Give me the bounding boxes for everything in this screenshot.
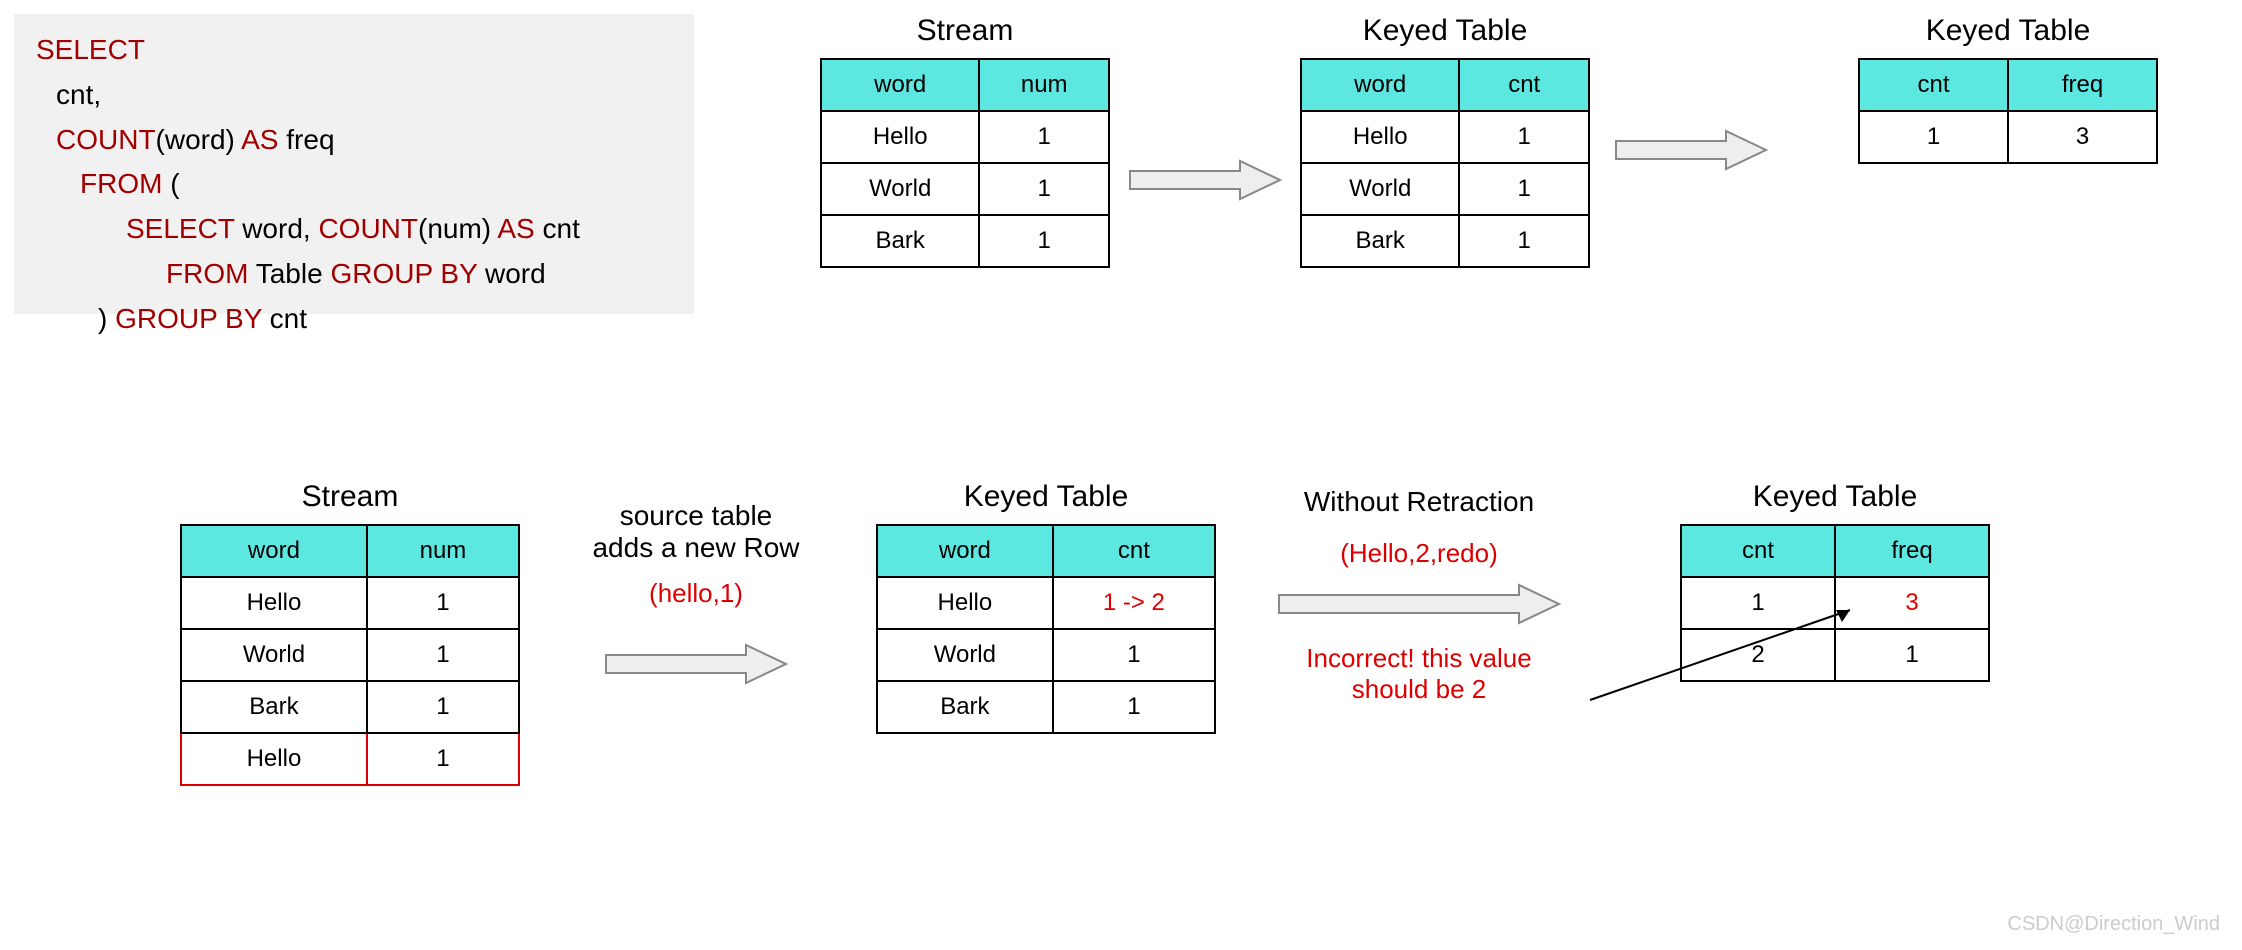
sql-cnt: cnt, xyxy=(56,79,101,110)
kw-from2: FROM xyxy=(166,258,248,289)
top-keyed-title: Keyed Table xyxy=(1300,14,1590,48)
sql-cntalias: cnt xyxy=(535,213,580,244)
sql-num: (num) xyxy=(418,213,491,244)
table-row: Bark1 xyxy=(877,681,1215,733)
top-stream-table: word num Hello1 World1 Bark1 xyxy=(820,58,1110,268)
incorrect-text: Incorrect! this value should be 2 xyxy=(1254,643,1584,705)
th-num: num xyxy=(979,59,1109,111)
th-word4: word xyxy=(877,525,1053,577)
watermark: CSDN@Direction_Wind xyxy=(2007,913,2220,936)
sql-word: (word) xyxy=(156,124,235,155)
pointer-arrow xyxy=(1580,600,1870,720)
arrow-top-1 xyxy=(1130,150,1280,210)
table-row: Bark1 xyxy=(821,215,1109,267)
th-cnt4: cnt xyxy=(1681,525,1835,577)
top-keyed-table: word cnt Hello1 World1 Bark1 xyxy=(1300,58,1590,268)
th-cnt: cnt xyxy=(1459,59,1589,111)
sql-closeparen: ) xyxy=(98,303,115,334)
kw-count: COUNT xyxy=(56,124,156,155)
kw-count2: COUNT xyxy=(318,213,418,244)
sql-paren: ( xyxy=(162,168,179,199)
kw-from: FROM xyxy=(80,168,162,199)
label-source-add: source table adds a new Row (hello,1) xyxy=(556,500,836,689)
table-row-new: Hello1 xyxy=(181,733,519,785)
table-row: Hello1 xyxy=(181,577,519,629)
top-result-table: cnt freq 13 xyxy=(1858,58,2158,164)
th-cnt2: cnt xyxy=(1859,59,2008,111)
top-keyed-block: Keyed Table word cnt Hello1 World1 Bark1 xyxy=(1300,14,1590,268)
table-row: Bark1 xyxy=(1301,215,1589,267)
arrow-top-2 xyxy=(1616,120,1766,180)
label-without: Without Retraction (Hello,2,redo) Incorr… xyxy=(1254,486,1584,705)
th-word: word xyxy=(821,59,979,111)
sql-groupcnt: cnt xyxy=(262,303,307,334)
table-row: World1 xyxy=(181,629,519,681)
source-add-text: source table adds a new Row xyxy=(556,500,836,564)
table-row: Hello1 xyxy=(821,111,1109,163)
sql-groupword: word xyxy=(477,258,545,289)
th-word2: word xyxy=(1301,59,1459,111)
hello1-text: (hello,1) xyxy=(556,578,836,609)
top-result-block: Keyed Table cnt freq 13 xyxy=(1858,14,2158,164)
kw-groupby2: GROUP BY xyxy=(115,303,262,334)
without-text: Without Retraction xyxy=(1254,486,1584,518)
arrow-bot-2 xyxy=(1279,579,1559,629)
sql-query-box: SELECT cnt, COUNT(word) AS freq FROM ( S… xyxy=(14,14,694,314)
bot-result-title: Keyed Table xyxy=(1680,480,1990,514)
bot-stream-table: word num Hello1 World1 Bark1 Hello1 xyxy=(180,524,520,786)
table-row: 13 xyxy=(1859,111,2157,163)
top-stream-block: Stream word num Hello1 World1 Bark1 xyxy=(820,14,1110,268)
top-stream-title: Stream xyxy=(820,14,1110,48)
bot-stream-title: Stream xyxy=(180,480,520,514)
bot-stream-block: Stream word num Hello1 World1 Bark1 Hell… xyxy=(180,480,520,786)
th-word3: word xyxy=(181,525,367,577)
kw-groupby: GROUP BY xyxy=(330,258,477,289)
kw-as2: AS xyxy=(497,213,534,244)
sql-table: Table xyxy=(248,258,330,289)
table-row: Bark1 xyxy=(181,681,519,733)
table-row: Hello1 -> 2 xyxy=(877,577,1215,629)
table-row: World1 xyxy=(877,629,1215,681)
kw-select2: SELECT xyxy=(126,213,234,244)
top-result-title: Keyed Table xyxy=(1858,14,2158,48)
sql-freq: freq xyxy=(278,124,334,155)
th-num2: num xyxy=(367,525,519,577)
kw-select: SELECT xyxy=(36,34,145,65)
table-row: Hello1 xyxy=(1301,111,1589,163)
sql-wordcol: word, xyxy=(234,213,318,244)
bot-keyed-block: Keyed Table word cnt Hello1 -> 2 World1 … xyxy=(876,480,1216,734)
th-cnt3: cnt xyxy=(1053,525,1215,577)
kw-as: AS xyxy=(241,124,278,155)
bot-keyed-title: Keyed Table xyxy=(876,480,1216,514)
table-row: World1 xyxy=(1301,163,1589,215)
th-freq: freq xyxy=(2008,59,2157,111)
bot-keyed-table: word cnt Hello1 -> 2 World1 Bark1 xyxy=(876,524,1216,734)
table-row: World1 xyxy=(821,163,1109,215)
arrow-bot-1 xyxy=(606,639,786,689)
th-freq2: freq xyxy=(1835,525,1989,577)
hello-redo-text: (Hello,2,redo) xyxy=(1254,538,1584,569)
